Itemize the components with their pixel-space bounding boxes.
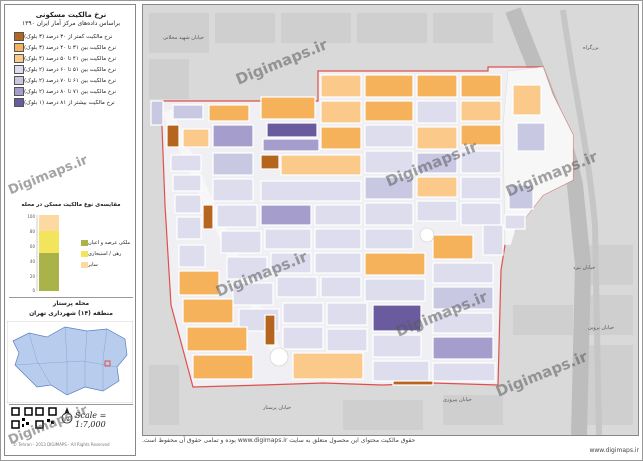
copyright-text: © Tehran - 2013 DIGIMAPS - All Rights Re… xyxy=(13,442,110,447)
legend-panel: نرخ مالکیت مسکونی براساس داده‌های مرکز آ… xyxy=(4,4,136,456)
neighborhood-name: محله پرستار xyxy=(52,300,90,307)
street-label: خیابان پروین xyxy=(588,325,615,331)
square-roundabout xyxy=(419,227,435,243)
chart-legend: ملکی عرصه و اعیان رهن / استیجاری سایر xyxy=(78,237,134,270)
legend-swatch xyxy=(14,98,24,107)
chart-legend-item: رهن / استیجاری xyxy=(78,248,134,259)
ownership-bar-chart: 100 80 60 40 20 0 xyxy=(27,214,59,293)
legend-swatch xyxy=(14,87,24,96)
legend-swatch xyxy=(14,43,24,52)
legend-swatch xyxy=(81,261,88,268)
divider xyxy=(9,297,133,298)
legend-swatch xyxy=(14,76,24,85)
street-label: خیابان نبرد xyxy=(573,265,596,271)
y-tick-label: 100 xyxy=(27,214,35,219)
map-canvas[interactable]: خیابان پیروزی خیابان نبرد خیابان پرستار … xyxy=(142,4,639,436)
chart-title: مقایسه‌ی نوع مالکیت مسکن در محله xyxy=(21,202,121,208)
map-subtitle: براساس داده‌های مرکز آمار ایران ۱۳۹۰ xyxy=(21,20,121,27)
legend-item: نرخ مالکیت بیشتر از ۸۱ درصد (۱ بلوک) xyxy=(11,97,135,108)
chart-legend-item: ملکی عرصه و اعیان xyxy=(78,237,134,248)
bar-segment-owned xyxy=(39,253,59,291)
y-tick-label: 40 xyxy=(30,259,36,264)
y-tick-label: 80 xyxy=(30,229,36,234)
street-label: خیابان پرستار xyxy=(263,405,292,411)
legend-swatch xyxy=(81,239,88,246)
legend-item: نرخ مالکیت بین ۳۱ تا ۴۰ درصد (۳ بلوک) xyxy=(11,42,135,53)
y-tick-label: 20 xyxy=(30,274,36,279)
y-tick-label: 60 xyxy=(30,244,36,249)
street-label: بزرگراه xyxy=(583,45,599,51)
legend-swatch xyxy=(81,250,88,257)
legend-item: نرخ مالکیت بین ۵۱ تا ۶۰ درصد (۲ بلوک) xyxy=(11,64,135,75)
legend-item: نرخ مالکیت بین ۴۱ تا ۵۰ درصد (۴ بلوک) xyxy=(11,53,135,64)
chart-legend-item: سایر xyxy=(78,259,134,270)
legend-swatch xyxy=(14,32,24,41)
legend-item: نرخ مالکیت بین ۶۱ تا ۷۰ درصد (۲ بلوک) xyxy=(11,75,135,86)
bar-segment-other xyxy=(39,215,59,231)
tehran-inset-map xyxy=(7,321,133,403)
square-roundabout xyxy=(269,347,289,367)
map-title: نرخ مالکیت مسکونی xyxy=(35,11,107,19)
district-name: منطقه (۱۴) شهرداری تهران xyxy=(29,310,113,317)
footer-website[interactable]: www.digimaps.ir xyxy=(142,447,639,454)
street-label: خیابان پیروزی xyxy=(443,397,472,403)
legend-swatch xyxy=(14,54,24,63)
legend-item: نرخ مالکیت بین ۷۱ تا ۸۰ درصد (۲ بلوک) xyxy=(11,86,135,97)
ownership-legend: نرخ مالکیت کمتر از ۳۰ درصد (۳ بلوک) نرخ … xyxy=(11,31,135,108)
legend-swatch xyxy=(14,65,24,74)
footer-notice: حقوق مالکیت محتوای این محصول متعلق به سا… xyxy=(142,437,416,444)
legend-item: نرخ مالکیت کمتر از ۳۰ درصد (۳ بلوک) xyxy=(11,31,135,42)
bar-segment-rent xyxy=(39,231,59,253)
y-tick-label: 0 xyxy=(32,288,35,293)
street-label: خیابان شهید محلاتی xyxy=(163,35,204,41)
divider xyxy=(9,404,133,405)
